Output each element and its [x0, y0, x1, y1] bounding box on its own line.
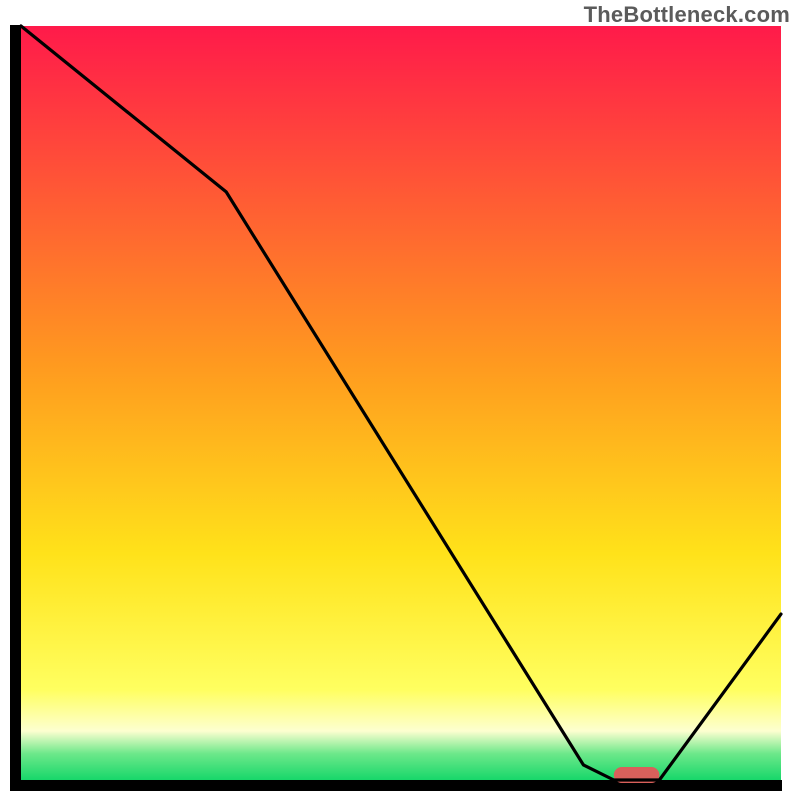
y-axis [10, 25, 21, 791]
chart-container: { "watermark": "TheBottleneck.com", "cha… [0, 0, 800, 800]
x-axis [10, 780, 782, 791]
bottleneck-chart [0, 0, 800, 800]
gradient-background [21, 26, 781, 780]
